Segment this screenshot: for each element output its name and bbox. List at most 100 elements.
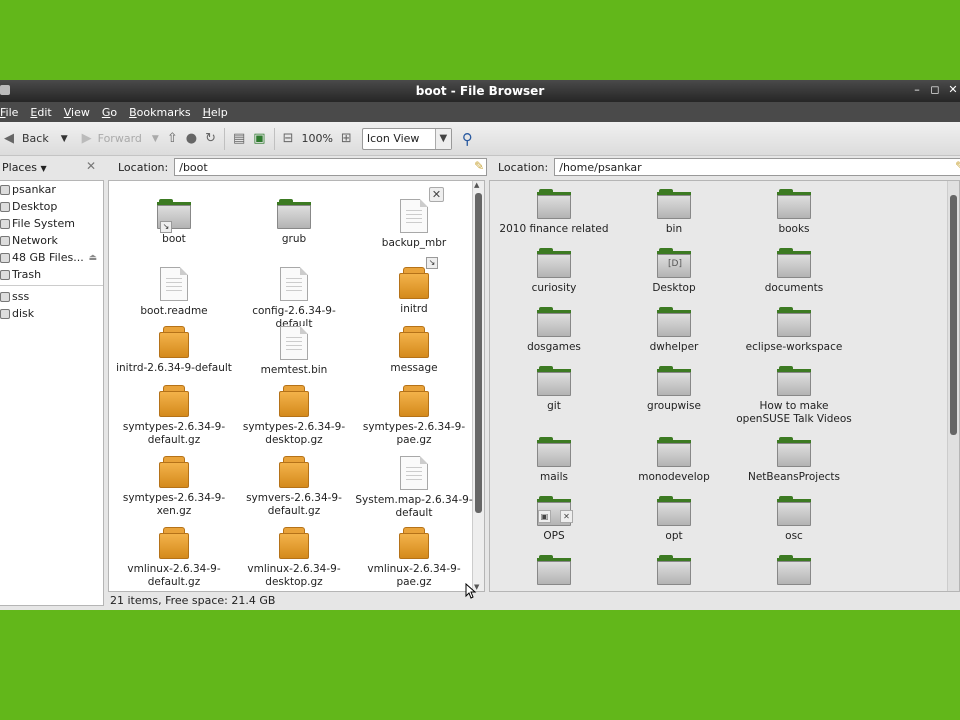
file-item[interactable]: ↘ boot <box>114 199 234 246</box>
folder-icon <box>777 189 811 219</box>
file-item[interactable]: symtypes-2.6.34-9-pae.gz <box>354 385 474 447</box>
up-button[interactable]: ⇧ <box>163 126 182 152</box>
left-file-pane[interactable]: ▲ ▼ ↘ boot grub ✕ backup_mbr boot.readme confi… <box>108 180 485 592</box>
folder-item[interactable]: bin <box>614 189 734 236</box>
file-item[interactable]: System.map-2.6.34-9-default <box>354 456 474 520</box>
sidebar-item-network[interactable]: Network <box>0 232 103 249</box>
folder-item[interactable]: dosgames <box>494 307 614 354</box>
trash-icon <box>0 269 10 280</box>
menu-go[interactable]: Go <box>102 106 117 119</box>
file-name: symtypes-2.6.34-9-pae.gz <box>362 421 466 446</box>
bookmark-sss-icon <box>0 291 10 302</box>
right-scrollbar[interactable] <box>947 181 959 591</box>
file-item[interactable]: symtypes-2.6.34-9-xen.gz <box>114 456 234 518</box>
folder-item[interactable]: dwhelper <box>614 307 734 354</box>
left-location-input[interactable]: /boot ✎ <box>174 158 488 176</box>
sidebar-item-filesystem[interactable]: File System <box>0 215 103 232</box>
folder-item[interactable] <box>734 555 854 589</box>
right-file-pane[interactable]: 2010 finance related bin books curiosity [D]… <box>489 180 960 592</box>
folder-item[interactable]: curiosity <box>494 248 614 295</box>
folder-name: opt <box>665 530 683 542</box>
maximize-icon[interactable]: ◻ <box>928 83 942 97</box>
close-sidebar-icon[interactable]: ✕ <box>86 159 96 173</box>
file-name: initrd-2.6.34-9-default <box>116 362 232 374</box>
computer-button[interactable]: ▣ <box>249 126 269 152</box>
mouse-pointer-icon <box>465 583 477 599</box>
folder-item[interactable]: eclipse-workspace <box>734 307 854 354</box>
reload-button[interactable]: ↻ <box>201 126 220 152</box>
zoom-out-button[interactable]: ⊟ <box>279 126 298 152</box>
sidebar-item-desktop[interactable]: Desktop <box>0 198 103 215</box>
sidebar-item-trash[interactable]: Trash <box>0 266 103 283</box>
sidebar-item-home[interactable]: psankar <box>0 181 103 198</box>
file-item[interactable]: boot.readme <box>114 267 234 318</box>
file-item[interactable]: ↘ initrd <box>354 257 474 316</box>
menu-bookmarks[interactable]: Bookmarks <box>129 106 190 119</box>
folder-item[interactable]: opt <box>614 496 734 543</box>
folder-item[interactable] <box>494 555 614 589</box>
folder-item[interactable]: mails <box>494 437 614 484</box>
folder-item[interactable]: ▣ ✕ OPS <box>494 496 614 543</box>
folder-item[interactable]: osc <box>734 496 854 543</box>
menu-edit[interactable]: Edit <box>30 106 51 119</box>
places-select[interactable]: Places ▼ <box>2 161 47 174</box>
minimize-icon[interactable]: – <box>910 83 924 97</box>
view-mode-select[interactable]: Icon View ▼ <box>361 127 452 150</box>
back-button[interactable]: ◀ Back ▼ <box>0 126 72 152</box>
folder-item[interactable]: groupwise <box>614 366 734 413</box>
folder-item[interactable] <box>614 555 734 589</box>
file-item[interactable]: message <box>354 326 474 375</box>
folder-item[interactable]: monodevelop <box>614 437 734 484</box>
close-icon[interactable]: ✕ <box>946 83 960 97</box>
forward-button[interactable]: ▶ Forward ▼ <box>78 126 163 152</box>
menu-view[interactable]: View <box>64 106 90 119</box>
file-item[interactable]: ✕ backup_mbr <box>354 187 474 250</box>
folder-icon <box>537 555 571 585</box>
search-button[interactable]: ⚲ <box>458 126 477 152</box>
home-button[interactable]: ▤ <box>229 126 249 152</box>
sidebar-item-bookmark-disk[interactable]: disk <box>0 305 103 322</box>
file-item[interactable]: vmlinux-2.6.34-9-pae.gz <box>354 527 474 589</box>
desktop-icon <box>0 201 10 212</box>
file-item[interactable]: vmlinux-2.6.34-9-default.gz <box>114 527 234 589</box>
clear-broom-icon[interactable]: ✎ <box>474 159 484 173</box>
menu-help[interactable]: Help <box>203 106 228 119</box>
folder-name: eclipse-workspace <box>745 341 843 353</box>
folder-item[interactable]: [D] Desktop <box>614 248 734 295</box>
file-item[interactable]: config-2.6.34-9-default <box>234 267 354 331</box>
folder-item[interactable]: books <box>734 189 854 236</box>
stop-button[interactable]: ● <box>182 126 201 152</box>
sidebar-item-bookmark-sss[interactable]: sss <box>0 288 103 305</box>
folder-item[interactable]: NetBeansProjects <box>734 437 854 484</box>
right-scroll-thumb[interactable] <box>950 195 957 435</box>
scroll-up-icon[interactable]: ▲ <box>474 181 479 189</box>
archive-icon <box>159 456 189 488</box>
folder-icon <box>537 366 571 396</box>
right-location-input[interactable]: /home/psankar ✎ <box>554 158 960 176</box>
location-label: Location: <box>498 160 549 174</box>
file-item[interactable]: symvers-2.6.34-9-default.gz <box>234 456 354 518</box>
file-item[interactable]: symtypes-2.6.34-9-desktop.gz <box>234 385 354 447</box>
file-name: backup_mbr <box>381 237 447 249</box>
folder-item[interactable]: 2010 finance related <box>494 189 614 236</box>
folder-item[interactable]: git <box>494 366 614 413</box>
menu-file[interactable]: File <box>0 106 18 119</box>
folder-item[interactable]: How to make openSUSE Talk Videos <box>734 366 854 426</box>
folder-icon <box>777 437 811 467</box>
file-item[interactable]: memtest.bin <box>234 326 354 377</box>
chevron-down-icon[interactable]: ▼ <box>61 134 68 144</box>
clear-broom-icon[interactable]: ✎ <box>955 159 960 173</box>
title-bar[interactable]: boot - File Browser – ◻ ✕ <box>0 80 960 102</box>
sidebar-item-volume[interactable]: 48 GB Files... ⏏ <box>0 249 103 266</box>
eject-icon[interactable]: ⏏ <box>88 253 97 263</box>
file-item[interactable]: symtypes-2.6.34-9-default.gz <box>114 385 234 447</box>
arrow-right-icon: ▶ <box>81 131 92 146</box>
folder-item[interactable]: documents <box>734 248 854 295</box>
file-item[interactable]: initrd-2.6.34-9-default <box>114 326 234 375</box>
folder-icon <box>657 555 691 585</box>
chevron-down-icon[interactable]: ▼ <box>152 134 159 144</box>
file-item[interactable]: vmlinux-2.6.34-9-desktop.gz <box>234 527 354 589</box>
left-scroll-thumb[interactable] <box>475 193 482 513</box>
zoom-in-button[interactable]: ⊞ <box>337 126 356 152</box>
file-item[interactable]: grub <box>234 199 354 246</box>
